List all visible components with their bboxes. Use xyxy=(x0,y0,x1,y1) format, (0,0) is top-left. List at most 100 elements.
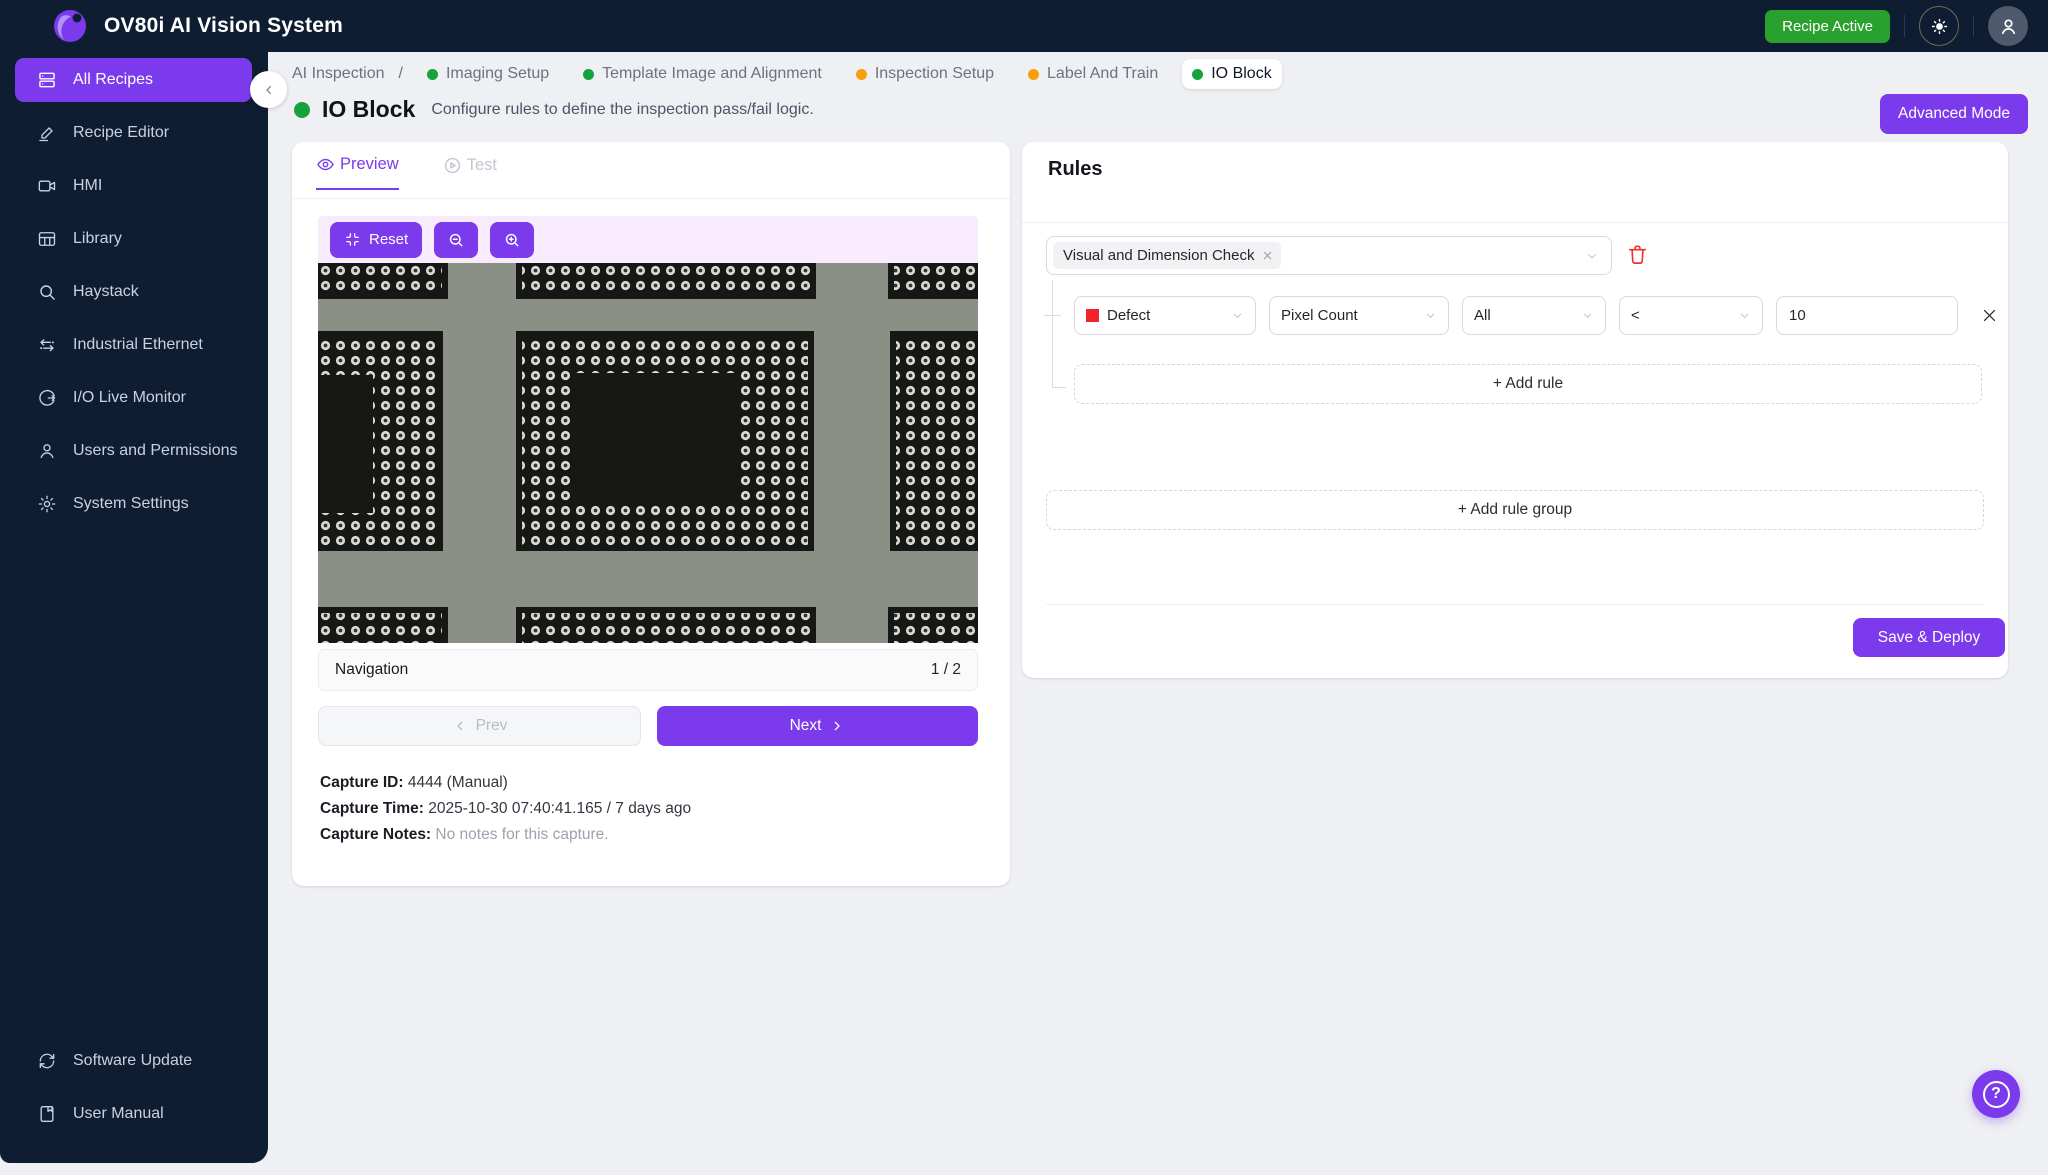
sidebar-item-user-manual[interactable]: User Manual xyxy=(15,1092,252,1136)
gear-icon xyxy=(37,494,57,514)
capture-notes-row: Capture Notes: No notes for this capture… xyxy=(320,826,609,843)
navigation-label: Navigation xyxy=(335,661,409,678)
chevron-left-icon xyxy=(261,82,277,98)
page-subtitle: Configure rules to define the inspection… xyxy=(431,100,814,118)
manual-icon xyxy=(37,1104,57,1124)
recipe-status-badge: Recipe Active xyxy=(1765,9,1890,43)
breadcrumb-root[interactable]: AI Inspection xyxy=(292,65,385,83)
add-rule-button[interactable]: + Add rule xyxy=(1074,364,1982,404)
delete-group-button[interactable] xyxy=(1626,243,1649,266)
status-dot-green xyxy=(294,101,310,118)
capture-image[interactable] xyxy=(318,263,978,643)
sidebar-item-library[interactable]: Library xyxy=(15,217,252,261)
recipes-icon xyxy=(37,70,57,90)
preview-tabs: Preview Test xyxy=(316,155,497,190)
sidebar-item-label: Recipe Editor xyxy=(73,124,170,141)
sidebar-item-label: Industrial Ethernet xyxy=(73,336,203,353)
help-button[interactable]: ? xyxy=(1972,1070,2020,1118)
zoom-out-button[interactable] xyxy=(434,221,479,258)
next-button[interactable]: Next xyxy=(657,706,978,746)
rule-operator-select[interactable]: < xyxy=(1619,296,1763,335)
status-dot-orange xyxy=(855,68,867,80)
table-icon xyxy=(37,229,57,249)
save-deploy-button[interactable]: Save & Deploy xyxy=(1853,618,2005,657)
navigation-bar: Navigation 1 / 2 xyxy=(318,649,978,691)
sidebar-item-label: Users and Permissions xyxy=(73,442,238,459)
sidebar-item-hmi[interactable]: HMI xyxy=(15,164,252,208)
capture-info: Capture ID: 4444 (Manual) Capture Time: … xyxy=(320,770,691,848)
page-indicator: 1 / 2 xyxy=(930,661,961,678)
tab-preview[interactable]: Preview xyxy=(316,155,399,190)
eye-icon xyxy=(316,155,335,174)
user-icon xyxy=(37,441,57,461)
capture-time-row: Capture Time: 2025-10-30 07:40:41.165 / … xyxy=(320,800,692,817)
topbar: OV80i AI Vision System Recipe Active xyxy=(0,0,2048,52)
tag-remove-icon[interactable] xyxy=(1262,250,1273,261)
add-rule-group-button[interactable]: + Add rule group xyxy=(1046,490,1984,530)
sun-icon xyxy=(1930,17,1949,36)
sidebar-item-recipe-editor[interactable]: Recipe Editor xyxy=(15,111,252,155)
rule-group-select[interactable]: Visual and Dimension Check xyxy=(1046,236,1612,275)
sidebar-item-industrial-ethernet[interactable]: Industrial Ethernet xyxy=(15,323,252,367)
reset-view-button[interactable]: Reset xyxy=(330,221,423,258)
sidebar-item-label: Haystack xyxy=(73,283,139,300)
status-dot-green xyxy=(1192,68,1204,80)
breadcrumb-step-imaging-setup[interactable]: Imaging Setup xyxy=(417,59,559,89)
sidebar-item-label: I/O Live Monitor xyxy=(73,389,186,406)
pencil-icon xyxy=(37,123,57,143)
monitor-loop-icon xyxy=(37,388,57,408)
chevron-right-icon xyxy=(829,718,845,734)
chevron-down-icon xyxy=(1231,309,1244,322)
defect-color-chip xyxy=(1086,309,1099,322)
rule-threshold-input[interactable] xyxy=(1776,296,1958,335)
prev-button[interactable]: Prev xyxy=(318,706,641,746)
breadcrumb-step-inspection-setup[interactable]: Inspection Setup xyxy=(846,59,1004,89)
breadcrumb-step-template-alignment[interactable]: Template Image and Alignment xyxy=(573,59,832,89)
search-icon xyxy=(37,282,57,302)
rule-feature-select[interactable]: Pixel Count xyxy=(1269,296,1449,335)
breadcrumb-step-label-and-train[interactable]: Label And Train xyxy=(1018,59,1168,89)
zoom-in-button[interactable] xyxy=(490,221,535,258)
divider xyxy=(1904,15,1905,37)
rule-tree-connector xyxy=(1044,315,1061,316)
sidebar-item-software-update[interactable]: Software Update xyxy=(15,1039,252,1083)
page-title: IO Block xyxy=(322,96,416,122)
navigation-buttons: Prev Next xyxy=(318,706,978,746)
sidebar-item-all-recipes[interactable]: All Recipes xyxy=(15,58,252,102)
rules-card: Rules Visual and Dimension Check Defect xyxy=(1022,142,2008,678)
sidebar-item-io-live-monitor[interactable]: I/O Live Monitor xyxy=(15,376,252,420)
capture-id-row: Capture ID: 4444 (Manual) xyxy=(320,774,508,791)
sidebar-item-label: User Manual xyxy=(73,1105,164,1122)
user-avatar-button[interactable] xyxy=(1988,6,2028,46)
sidebar-item-system-settings[interactable]: System Settings xyxy=(15,482,252,526)
advanced-mode-button[interactable]: Advanced Mode xyxy=(1880,94,2028,134)
breadcrumb-step-io-block[interactable]: IO Block xyxy=(1182,59,1282,89)
divider xyxy=(1973,15,1974,37)
preview-card: Preview Test Reset Navigation 1 / 2 Prev… xyxy=(292,142,1010,886)
rule-scope-select[interactable]: All xyxy=(1462,296,1606,335)
remove-rule-button[interactable] xyxy=(1981,307,1998,324)
video-icon xyxy=(37,176,57,196)
rule-row: Defect Pixel Count All < xyxy=(1074,296,1998,335)
tab-test[interactable]: Test xyxy=(443,155,497,190)
page-header: IO Block Configure rules to define the i… xyxy=(294,96,814,123)
chevron-down-icon xyxy=(1424,309,1437,322)
sidebar: All Recipes Recipe Editor HMI Library Ha… xyxy=(0,0,268,1163)
rule-class-select[interactable]: Defect xyxy=(1074,296,1256,335)
zoom-in-icon xyxy=(503,231,521,249)
sidebar-item-label: HMI xyxy=(73,177,103,194)
status-dot-orange xyxy=(1028,68,1040,80)
theme-toggle-button[interactable] xyxy=(1919,6,1959,46)
sidebar-item-label: System Settings xyxy=(73,495,189,512)
breadcrumb-separator: / xyxy=(398,65,403,82)
arrows-icon xyxy=(37,335,57,355)
sidebar-collapse-button[interactable] xyxy=(250,71,287,108)
chevron-down-icon xyxy=(1738,309,1751,322)
user-icon xyxy=(1998,16,2019,37)
sidebar-item-users-permissions[interactable]: Users and Permissions xyxy=(15,429,252,473)
sidebar-item-label: All Recipes xyxy=(73,71,154,88)
sidebar-item-haystack[interactable]: Haystack xyxy=(15,270,252,314)
sidebar-item-label: Library xyxy=(73,230,122,247)
selected-tag: Visual and Dimension Check xyxy=(1053,242,1281,269)
chevron-down-icon xyxy=(1585,249,1599,263)
